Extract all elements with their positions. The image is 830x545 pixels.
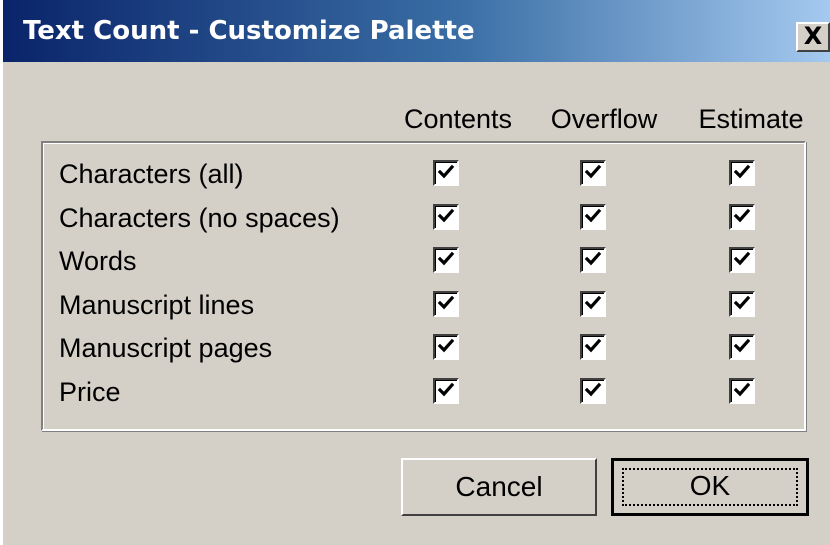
checkbox-characters-no-spaces-estimate[interactable] bbox=[729, 203, 755, 230]
checkbox-manuscript-lines-overflow[interactable] bbox=[580, 290, 606, 317]
checkmark-icon bbox=[437, 164, 455, 179]
checkmark-icon bbox=[437, 251, 455, 266]
close-button[interactable]: X bbox=[796, 22, 830, 52]
row-label-characters-no-spaces: Characters (no spaces) bbox=[59, 202, 340, 233]
checkbox-characters-all-contents[interactable] bbox=[433, 160, 459, 186]
checkbox-price-contents[interactable] bbox=[433, 377, 459, 404]
checkmark-icon bbox=[584, 295, 602, 309]
checkmark-icon bbox=[733, 208, 751, 222]
checkbox-characters-no-spaces-overflow[interactable] bbox=[580, 203, 606, 230]
checkmark-icon bbox=[437, 338, 455, 353]
title-bar[interactable]: Text Count - Customize Palette bbox=[3, 0, 830, 62]
checkmark-icon bbox=[733, 382, 751, 396]
checkbox-words-estimate[interactable] bbox=[729, 247, 755, 273]
checkbox-price-overflow[interactable] bbox=[580, 377, 606, 404]
checkmark-icon bbox=[733, 295, 751, 309]
column-header-contents: Contents bbox=[403, 104, 513, 134]
checkbox-words-contents[interactable] bbox=[433, 247, 459, 273]
checkmark-icon bbox=[437, 208, 455, 222]
row-label-characters-all: Characters (all) bbox=[59, 159, 244, 189]
cancel-button[interactable]: Cancel bbox=[401, 458, 597, 516]
checkbox-price-estimate[interactable] bbox=[729, 377, 755, 404]
checkbox-characters-no-spaces-contents[interactable] bbox=[433, 203, 459, 230]
checkbox-characters-all-overflow[interactable] bbox=[580, 160, 606, 186]
checkbox-manuscript-pages-overflow[interactable] bbox=[580, 334, 606, 360]
checkmark-icon bbox=[733, 164, 751, 179]
checkmark-icon bbox=[584, 164, 602, 179]
checkmark-icon bbox=[733, 251, 751, 266]
checkmark-icon bbox=[437, 295, 455, 309]
checkmark-icon bbox=[584, 338, 602, 353]
checkmark-icon bbox=[584, 382, 602, 396]
window-title: Text Count - Customize Palette bbox=[23, 16, 475, 46]
checkmark-icon bbox=[733, 338, 751, 353]
column-header-overflow: Overflow bbox=[550, 104, 658, 134]
column-header-estimate: Estimate bbox=[698, 104, 804, 134]
focus-ring bbox=[622, 468, 798, 506]
ok-button[interactable]: OK bbox=[611, 458, 809, 516]
checkbox-manuscript-pages-estimate[interactable] bbox=[729, 334, 755, 360]
row-label-manuscript-pages: Manuscript pages bbox=[59, 333, 273, 363]
customize-palette-dialog: Text Count - Customize Palette X Content… bbox=[0, 0, 830, 545]
checkbox-manuscript-lines-estimate[interactable] bbox=[729, 290, 755, 317]
checkbox-words-overflow[interactable] bbox=[580, 247, 606, 273]
checkmark-icon bbox=[584, 251, 602, 266]
checkbox-characters-all-estimate[interactable] bbox=[729, 160, 755, 186]
checkmark-icon bbox=[437, 382, 455, 396]
checkbox-manuscript-lines-contents[interactable] bbox=[433, 290, 459, 317]
row-label-manuscript-lines: Manuscript lines bbox=[59, 289, 255, 320]
checkbox-manuscript-pages-contents[interactable] bbox=[433, 334, 459, 360]
row-label-words: Words bbox=[59, 246, 137, 276]
row-label-price: Price bbox=[59, 376, 121, 407]
checkmark-icon bbox=[584, 208, 602, 222]
